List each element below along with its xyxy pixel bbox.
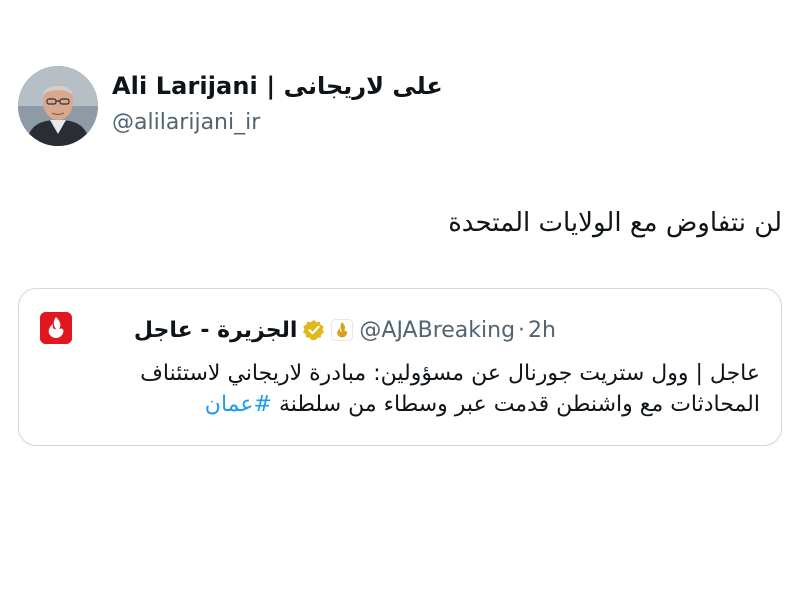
quoted-text-line-2: المحادثات مع واشنطن قدمت عبر وسطاء من سل… (60, 389, 760, 420)
avatar[interactable] (18, 66, 98, 146)
quoted-author-name[interactable]: الجزيرة - عاجل (134, 318, 298, 343)
separator-dot: · (518, 317, 526, 343)
tweet-text: لن نتفاوض مع الولايات المتحدة (448, 208, 782, 238)
quoted-text-line-2-body: المحادثات مع واشنطن قدمت عبر وسطاء من سل… (278, 392, 760, 417)
quoted-text-line-1: عاجل | وول ستريت جورنال عن مسؤولين: مباد… (140, 361, 760, 386)
quoted-author-handle[interactable]: @AJABreaking (359, 318, 515, 343)
al-jazeera-logo-icon (40, 312, 72, 344)
author-handle[interactable]: @alilarijani_ir (112, 110, 260, 135)
quoted-timestamp[interactable]: 2h (528, 318, 556, 343)
author-display-name[interactable]: Ali Larijani | علی لاریجانی (112, 72, 443, 100)
al-jazeera-avatar[interactable] (40, 312, 72, 344)
tweet-screenshot: Ali Larijani | علی لاریجانی @alilarijani… (0, 0, 800, 604)
al-jazeera-gold-logo-icon (331, 319, 354, 341)
hashtag-link[interactable]: #عمان (205, 392, 272, 417)
avatar-portrait-icon (18, 66, 98, 146)
verified-gold-badge-icon (303, 319, 325, 341)
quoted-tweet-text: عاجل | وول ستريت جورنال عن مسؤولين: مباد… (60, 358, 760, 420)
quoted-tweet-header: الجزيرة - عاجل @AJABreaking · 2h (134, 312, 556, 348)
